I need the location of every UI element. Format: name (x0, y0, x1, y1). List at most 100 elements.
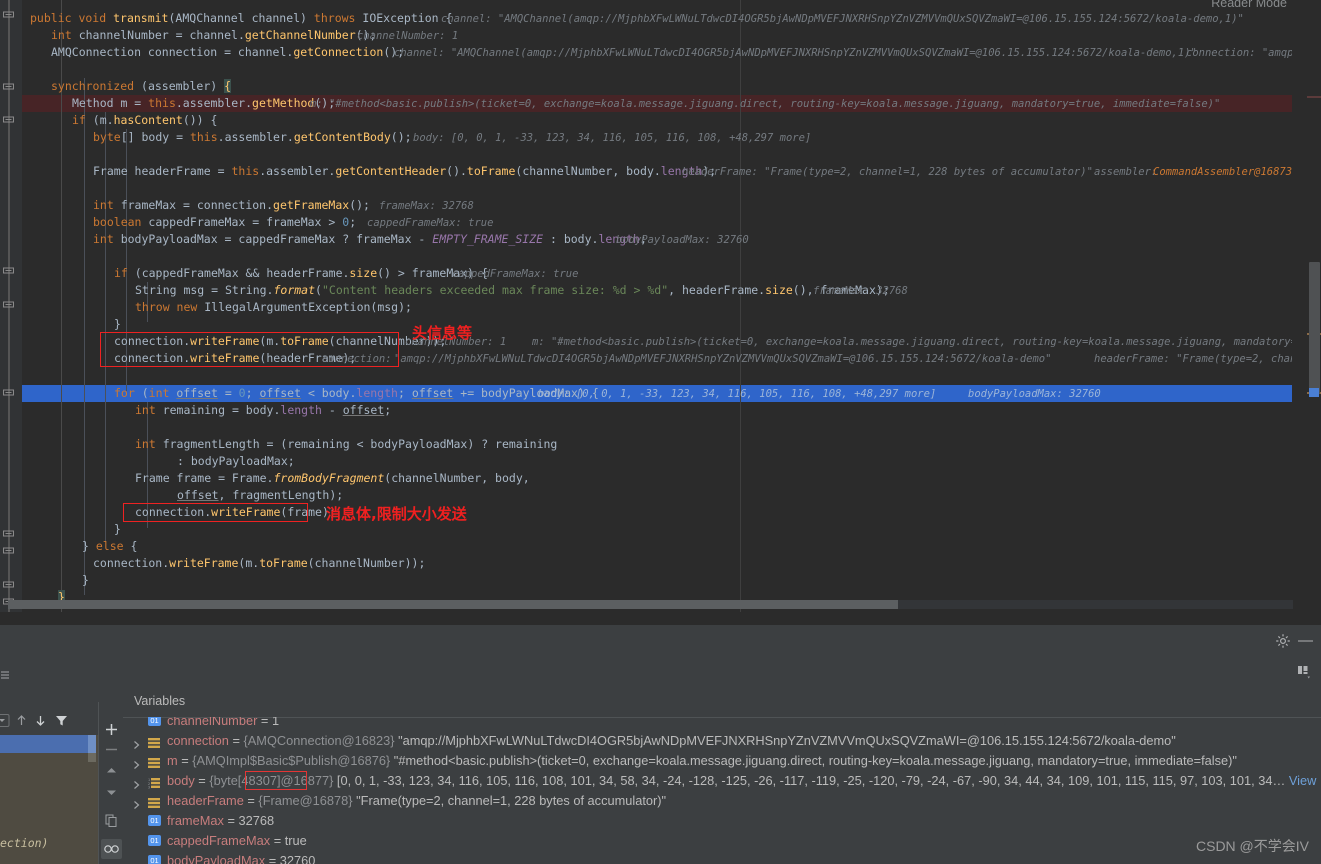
frames-scrollbar-thumb[interactable] (88, 735, 96, 753)
gear-icon[interactable] (1275, 633, 1291, 649)
copy-icon[interactable] (103, 812, 120, 829)
inline-hint: cappedFrameMax: true (452, 268, 579, 280)
variables-tab-bar[interactable]: Variables (123, 687, 1321, 718)
code-line: AMQConnection connection = channel.getCo… (22, 44, 1292, 61)
frames-list[interactable]: ection) (0, 735, 98, 864)
variable-text: frameMax = 32768 (167, 813, 275, 828)
svg-text:3: 3 (148, 786, 150, 789)
editor-gutter[interactable] (0, 0, 22, 612)
chevron-right-icon[interactable] (132, 776, 141, 789)
inline-hint: channel: "AMQChannel(amqp://MjphbXFwLWNu… (394, 47, 1197, 59)
inline-watches-icon[interactable] (101, 839, 122, 859)
code-line: Frame frame = Frame.fromBodyFragment(cha… (135, 471, 530, 485)
variable-text: headerFrame = {Frame@16878} "Frame(type=… (167, 793, 667, 808)
inline-hint: body: [0, 0, 1, -33, 123, 34, 116, 105, … (538, 388, 937, 400)
frames-scrollbar-track[interactable] (88, 753, 96, 762)
move-down-icon[interactable] (103, 784, 120, 801)
fold-icon[interactable] (2, 113, 15, 126)
fold-icon[interactable] (2, 298, 15, 311)
variables-pane[interactable]: Variables 01 channelNumber = 1 connectio… (123, 687, 1321, 864)
fold-icon[interactable] (2, 544, 15, 557)
frame-item-selected[interactable] (0, 735, 92, 753)
fold-icon[interactable] (2, 264, 15, 277)
frames-pane[interactable]: ection) (0, 687, 98, 864)
code-line: public void transmit(AMQChannel channel)… (22, 10, 1292, 27)
watermark: CSDN @不学会IV (1196, 838, 1309, 854)
arrow-down-icon[interactable] (32, 712, 49, 729)
idea-debugger-window: Reader Mode public void transmit(AMQChan… (0, 0, 1321, 864)
menu-icon[interactable] (0, 666, 12, 679)
editor-vertical-scrollbar[interactable] (1307, 0, 1321, 612)
annotation-text-body: 消息体,限制大小发送 (326, 505, 467, 523)
inline-hint: connection: "amqp://MjphbX (1186, 47, 1292, 59)
code-line: } (114, 522, 121, 536)
fold-icon[interactable] (2, 80, 15, 93)
tab-variables[interactable]: Variables (134, 694, 185, 708)
annotation-text-header: 头信息等 (412, 324, 473, 342)
variable-name: channelNumber (167, 717, 258, 728)
code-line: } else { (82, 539, 138, 553)
code-line: int remaining = body.length - offset; (135, 403, 392, 417)
code-text-area[interactable]: public void transmit(AMQChannel channel)… (22, 0, 1292, 612)
code-line: byte[] body = this.assembler.getContentB… (22, 129, 1292, 146)
editor-scrollbar-thumb[interactable] (1309, 262, 1320, 394)
thread-selector-icon[interactable] (0, 712, 11, 729)
code-line: } (82, 573, 89, 587)
primitive-icon: 01 (148, 855, 161, 864)
fold-icon[interactable] (2, 386, 15, 399)
add-watch-icon[interactable] (103, 721, 120, 738)
inline-hint: channelNumber: 1 (357, 30, 459, 42)
primitive-icon: 01 (148, 717, 161, 726)
code-line: offset, fragmentLength); (177, 488, 344, 502)
editor-horizontal-scrollbar[interactable] (8, 600, 1293, 609)
annotation-box-header (100, 332, 399, 367)
variables-list[interactable]: 01 channelNumber = 1 connection = {AMQCo… (123, 717, 1321, 864)
debug-toolbar-strip (0, 657, 1321, 688)
chevron-right-icon[interactable] (132, 736, 141, 749)
annotation-box-array-size (245, 771, 307, 790)
editor-hscrollbar-thumb[interactable] (8, 600, 898, 609)
remove-watch-icon[interactable] (103, 741, 120, 758)
code-line: int channelNumber = channel.getChannelNu… (22, 27, 1292, 44)
inline-hint: frameMax: 32768 (813, 285, 908, 297)
code-line: connection.writeFrame(m.toFrame(channelN… (93, 556, 426, 570)
variable-text: body = {byte[48307]@16877} [0, 0, 1, -33… (167, 773, 1317, 788)
arrow-up-icon[interactable] (13, 712, 30, 729)
variable-text: channelNumber = 1 (167, 717, 279, 731)
inline-hint: bodyPayloadMax: 32760 (616, 234, 749, 246)
code-line: int bodyPayloadMax = cappedFrameMax ? fr… (22, 231, 1292, 248)
code-line: Method m = this.assembler.getMethod(); m… (22, 95, 1292, 112)
fold-icon[interactable] (2, 8, 15, 21)
variables-toolbar[interactable] (98, 702, 124, 864)
frames-toolbar[interactable] (0, 707, 98, 735)
variable-text: cappedFrameMax = true (167, 833, 307, 848)
fold-icon[interactable] (2, 578, 15, 591)
code-line: String msg = String.format("Content head… (22, 282, 1292, 299)
view-link[interactable]: View (1285, 773, 1317, 788)
tool-window-header: — (0, 624, 1321, 659)
code-line: if (m.hasContent()) { (72, 113, 218, 127)
chevron-right-icon[interactable] (132, 756, 141, 769)
scrollbar-marker (1307, 96, 1321, 98)
inline-hint: body: [0, 0, 1, -33, 123, 34, 116, 105, … (413, 132, 812, 144)
fold-icon[interactable] (2, 527, 15, 540)
annotation-box-body (123, 503, 308, 522)
object-icon (148, 735, 160, 748)
chevron-right-icon[interactable] (132, 796, 141, 809)
inline-hint: m: "#method<basic.publish>(ticket=0, exc… (532, 336, 1292, 348)
move-up-icon[interactable] (103, 762, 120, 779)
minimize-button[interactable]: — (1298, 633, 1313, 649)
code-line: : bodyPayloadMax; (177, 454, 295, 468)
object-icon (148, 755, 160, 768)
filter-icon[interactable] (53, 712, 70, 729)
code-line: throw new IllegalArgumentException(msg); (135, 300, 412, 314)
code-editor[interactable]: Reader Mode public void transmit(AMQChan… (0, 0, 1321, 612)
code-line: synchronized (assembler) { (51, 79, 232, 93)
variable-text: bodyPayloadMax = 32760 (167, 853, 316, 864)
layout-settings-icon[interactable] (1295, 663, 1313, 681)
debug-tool-window: ection) Variables 01 channelNumber = 1 c… (0, 687, 1321, 864)
inline-hint: headerFrame: "Frame(type=2, channel=1, 2… (682, 166, 1093, 178)
inline-hint: "amqp://MjphbXFwLWNuLTdwcDI4OGR5bjAwNDpM… (394, 353, 1052, 365)
code-line: } (114, 317, 121, 331)
inline-hint: channel: "AMQChannel(amqp://MjphbXFwLWNu… (441, 13, 1244, 25)
